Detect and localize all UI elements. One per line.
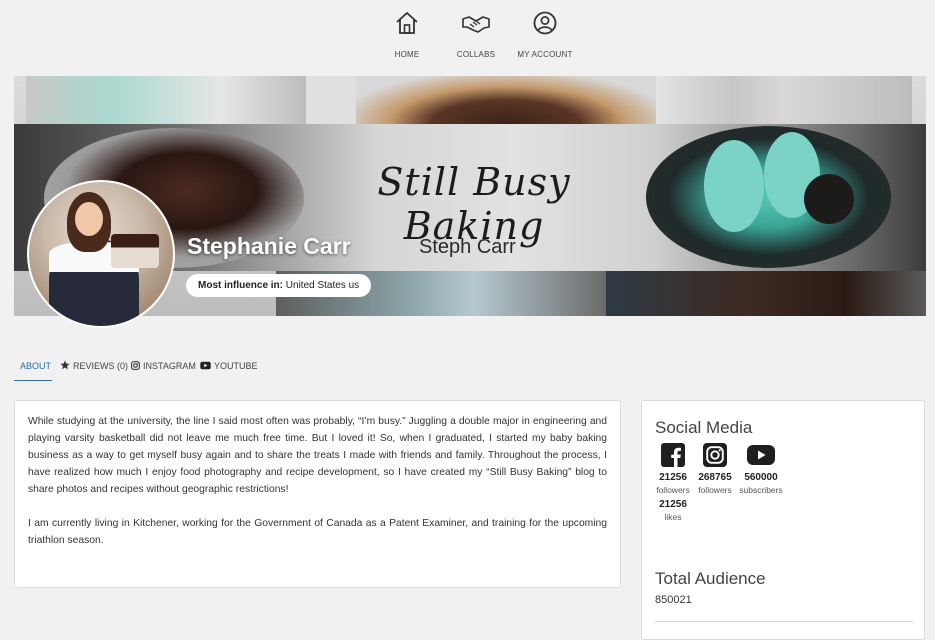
youtube-subscribers-unit: subscribers (739, 485, 783, 495)
about-paragraph: While studying at the university, the li… (28, 416, 607, 495)
banner-photo-cake-mint (26, 76, 306, 124)
facebook-likes-unit: likes (664, 512, 682, 522)
youtube-icon (200, 361, 211, 370)
frosting-swirl (704, 140, 764, 232)
social-media-card: Social Media 21256 followers 21256 likes… (641, 400, 925, 640)
tab-instagram-label: INSTAGRAM (143, 361, 196, 371)
about-paragraph: I am currently living in Kitchener, work… (28, 518, 607, 546)
banner-photo-plate (306, 76, 356, 124)
oreo-cookie (804, 174, 854, 224)
nav-my-account[interactable]: MY ACCOUNT (505, 10, 585, 59)
youtube-subscribers-count: 560000 (744, 472, 778, 483)
tab-about-label: ABOUT (20, 361, 52, 371)
about-card: While studying at the university, the li… (14, 400, 621, 588)
nav-home-label: HOME (394, 50, 420, 59)
facebook-likes-count: 21256 (659, 499, 687, 510)
instagram-icon (703, 443, 727, 467)
avatar-cake (111, 234, 159, 268)
profile-name: Stephanie Carr (187, 233, 351, 259)
tab-youtube[interactable]: YOUTUBE (200, 356, 258, 381)
handshake-icon (462, 16, 490, 33)
influence-label: Most influence in: (198, 280, 283, 291)
nav-collabs-label: COLLABS (456, 50, 496, 59)
avatar-face (75, 202, 103, 236)
nav-collabs[interactable]: COLLABS (436, 10, 516, 59)
top-navigation: HOME COLLABS MY ACCOUNT (0, 0, 935, 76)
nav-home[interactable]: HOME (367, 10, 447, 59)
total-audience-title: Total Audience (655, 569, 766, 588)
social-youtube[interactable]: 560000 subscribers (731, 443, 791, 495)
home-icon (396, 12, 418, 34)
tab-reviews[interactable]: REVIEWS (0) (60, 356, 128, 381)
influence-value: United States us (285, 280, 360, 291)
tab-reviews-label: REVIEWS (0) (73, 361, 129, 371)
banner-photo-truffles (606, 271, 926, 316)
tab-youtube-label: YOUTUBE (214, 361, 258, 371)
tab-about[interactable]: ABOUT (14, 356, 52, 381)
banner-script-subtitle: Steph Carr (419, 236, 516, 258)
youtube-icon (747, 445, 775, 465)
banner-photo-cupcake-liner (656, 76, 912, 124)
influence-badge: Most influence in: United States us (186, 274, 372, 297)
banner-script-title: Still Busy Baking (377, 160, 571, 248)
facebook-icon (661, 443, 685, 467)
tab-instagram[interactable]: INSTAGRAM (131, 356, 196, 381)
banner-photo-chocolate-cake (356, 76, 656, 124)
instagram-icon (131, 361, 140, 370)
avatar (27, 180, 175, 328)
star-icon (60, 360, 70, 370)
divider (655, 621, 913, 622)
banner-photo-mint-cupcake (646, 126, 891, 268)
nav-my-account-label: MY ACCOUNT (517, 50, 573, 59)
total-audience-value: 850021 (655, 594, 692, 606)
account-icon (533, 11, 557, 35)
social-media-title: Social Media (655, 418, 753, 437)
